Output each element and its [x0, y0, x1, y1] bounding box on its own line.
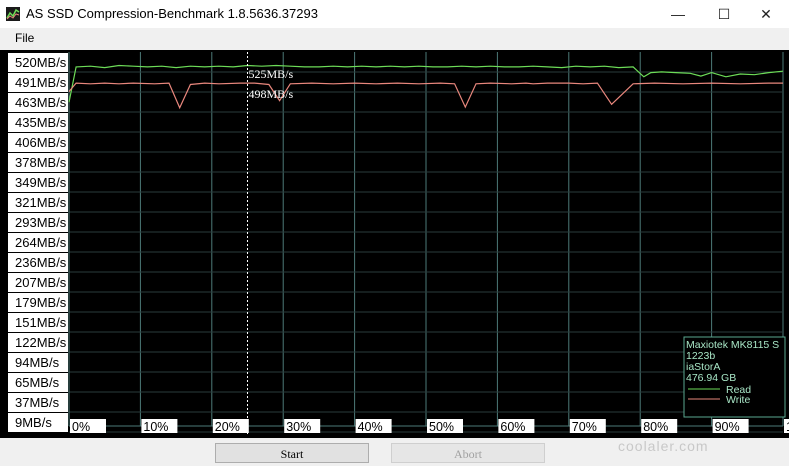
x-tick-label: 0% — [72, 420, 90, 434]
x-tick-label: 90% — [715, 420, 740, 434]
y-tick-label: 491MB/s — [15, 75, 67, 90]
legend-capacity: 476.94 GB — [686, 372, 736, 384]
x-tick-label: 20% — [215, 420, 240, 434]
y-tick-label: 378MB/s — [15, 155, 67, 170]
menu-file[interactable]: File — [15, 31, 34, 45]
y-tick-label: 179MB/s — [15, 295, 67, 310]
x-tick-label: 30% — [286, 420, 311, 434]
y-tick-label: 65MB/s — [15, 375, 60, 390]
x-tick-label: 50% — [429, 420, 454, 434]
title-bar: AS SSD Compression-Benchmark 1.8.5636.37… — [0, 0, 789, 28]
y-tick-label: 406MB/s — [15, 135, 67, 150]
y-tick-label: 463MB/s — [15, 95, 67, 110]
cursor-write-value: 498MB/s — [249, 87, 294, 101]
benchmark-chart: 520MB/s 491MB/s 463MB/s 435MB/s 406MB/s 378MB… — [0, 50, 789, 438]
menu-bar: File — [0, 28, 789, 50]
close-button[interactable]: ✕ — [743, 0, 789, 28]
maximize-button[interactable]: ☐ — [701, 0, 747, 28]
y-tick-label: 122MB/s — [15, 335, 67, 350]
minimize-button[interactable]: — — [655, 0, 701, 28]
y-tick-label: 207MB/s — [15, 275, 67, 290]
y-tick-label: 236MB/s — [15, 255, 67, 270]
y-tick-label: 37MB/s — [15, 395, 60, 410]
abort-button[interactable]: Abort — [391, 443, 545, 463]
watermark: coolaler.com — [618, 438, 709, 454]
chart-svg: 520MB/s 491MB/s 463MB/s 435MB/s 406MB/s 378MB… — [0, 50, 789, 438]
chart-legend: Maxiotek MK8115 S 1223b iaStorA 476.94 G… — [683, 336, 786, 418]
start-button[interactable]: Start — [215, 443, 369, 463]
y-tick-label: 520MB/s — [15, 55, 67, 70]
legend-write-label: Write — [726, 394, 750, 406]
app-icon — [6, 7, 20, 21]
x-tick-label: 40% — [358, 420, 383, 434]
y-tick-label: 293MB/s — [15, 215, 67, 230]
y-axis-ticks: 520MB/s 491MB/s 463MB/s 435MB/s 406MB/s 378MB… — [8, 53, 68, 432]
chart-background — [0, 50, 789, 438]
y-tick-label: 151MB/s — [15, 315, 67, 330]
window-title: AS SSD Compression-Benchmark 1.8.5636.37… — [26, 6, 318, 21]
y-tick-label: 9MB/s — [15, 415, 52, 430]
x-tick-label: 70% — [572, 420, 597, 434]
y-tick-label: 94MB/s — [15, 355, 60, 370]
x-tick-label: 60% — [500, 420, 525, 434]
cursor-read-value: 525MB/s — [249, 67, 294, 81]
y-tick-label: 264MB/s — [15, 235, 67, 250]
y-tick-label: 349MB/s — [15, 175, 67, 190]
y-tick-label: 321MB/s — [15, 195, 67, 210]
x-tick-label: 80% — [643, 420, 668, 434]
x-tick-label: 10% — [143, 420, 168, 434]
y-tick-label: 435MB/s — [15, 115, 67, 130]
